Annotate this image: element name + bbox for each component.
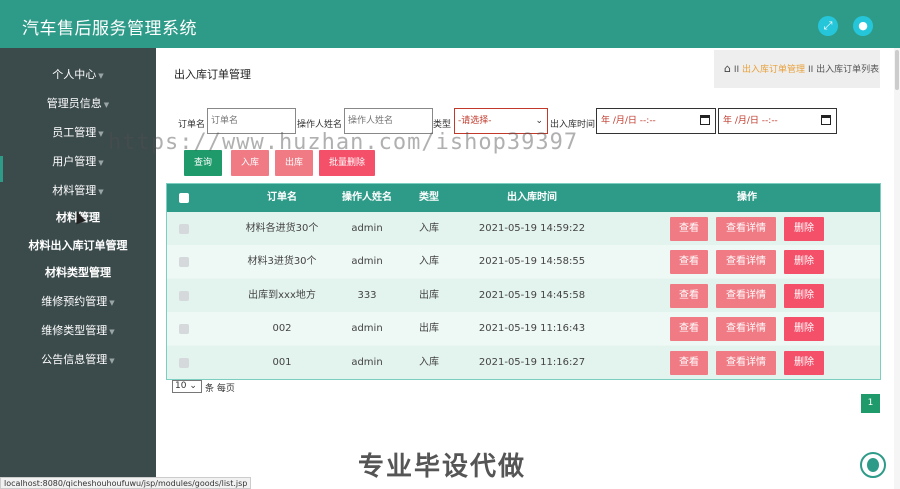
column-header-time: 出入库时间 (507, 192, 557, 203)
stock-out-button[interactable]: 出库 (275, 150, 313, 176)
end-datetime-input[interactable]: 年 /月/日 --:-- (718, 108, 837, 134)
table-header: 订单名 操作人姓名 类型 出入库时间 操作 (167, 184, 880, 212)
stock-time-label: 出入库时间 (550, 120, 596, 130)
cell-type: 出库 (419, 290, 439, 301)
table-row: 材料各进货30个 admin 入库 2021-05-19 14:59:22 查看… (167, 212, 880, 245)
top-bar: 汽车售后服务管理系统 ⤢ ● (0, 0, 900, 48)
sidebar-item-users[interactable]: 用户管理 ▼ (0, 149, 156, 175)
cell-time: 2021-05-19 14:59:22 (478, 223, 586, 234)
back-to-top-icon[interactable] (860, 452, 886, 478)
cell-type: 出库 (419, 323, 439, 334)
breadcrumb: ⌂ II 出入库订单管理 II 出入库订单列表 (714, 50, 880, 88)
sidebar-item-profile[interactable]: 个人中心 ▼ (0, 62, 156, 88)
sidebar-item-employees[interactable]: 员工管理 ▼ (0, 120, 156, 146)
column-header-actions: 操作 (737, 192, 757, 203)
cell-time: 2021-05-19 14:45:58 (478, 290, 586, 301)
row-checkbox[interactable] (179, 224, 189, 234)
page-title: 出入库订单管理 (174, 68, 251, 81)
view-detail-button[interactable]: 查看详情 (716, 217, 776, 241)
delete-button[interactable]: 删除 (784, 284, 824, 308)
operator-label: 操作人姓名 (297, 120, 343, 130)
cell-type: 入库 (419, 357, 439, 368)
sidebar-item-repair-booking[interactable]: 维修预约管理 ▼ (0, 289, 156, 315)
row-checkbox[interactable] (179, 291, 189, 301)
scrollbar-thumb[interactable] (895, 50, 899, 90)
query-button[interactable]: 查询 (184, 150, 222, 176)
cell-time: 2021-05-19 11:16:43 (478, 323, 586, 334)
table-row: 001 admin 入库 2021-05-19 11:16:27 查看 查看详情… (167, 346, 880, 379)
status-bar-url: localhost:8080/qicheshouhoufuwu/jsp/modu… (0, 477, 252, 489)
sidebar-item-materials[interactable]: 材料管理 ▼ (0, 178, 156, 204)
sidebar-item-repair-types[interactable]: 维修类型管理 ▼ (0, 318, 156, 344)
home-icon[interactable]: ⌂ (724, 50, 731, 88)
view-button[interactable]: 查看 (670, 351, 708, 375)
row-checkbox[interactable] (179, 257, 189, 267)
sidebar-item-notices[interactable]: 公告信息管理 ▼ (0, 347, 156, 373)
table-row: 出库到xxx地方 333 出库 2021-05-19 14:45:58 查看 查… (167, 279, 880, 312)
breadcrumb-separator: II (807, 65, 814, 75)
view-button[interactable]: 查看 (670, 217, 708, 241)
cell-operator: admin (351, 357, 383, 368)
page-size-label: 条 每页 (205, 384, 235, 394)
sidebar-subitem-material-types[interactable]: 材料类型管理 (0, 260, 156, 286)
promo-text: 专业毕设代做 (358, 452, 527, 482)
view-button[interactable]: 查看 (670, 250, 708, 274)
stock-in-button[interactable]: 入库 (231, 150, 269, 176)
table-row: 002 admin 出库 2021-05-19 11:16:43 查看 查看详情… (167, 312, 880, 345)
column-header-operator: 操作人姓名 (342, 192, 392, 203)
breadcrumb-item-orders[interactable]: 出入库订单管理 (742, 65, 805, 75)
cell-operator: admin (351, 323, 383, 334)
end-datetime-placeholder: 年 /月/日 --:-- (723, 116, 778, 126)
column-header-order-name: 订单名 (267, 192, 297, 203)
type-select[interactable]: -请选择- ⌄ (454, 108, 548, 134)
user-icon[interactable]: ● (853, 16, 873, 36)
start-datetime-input[interactable]: 年 /月/日 --:-- (596, 108, 716, 134)
scrollbar[interactable] (894, 48, 900, 489)
delete-button[interactable]: 删除 (784, 317, 824, 341)
table-row: 材料3进货30个 admin 入库 2021-05-19 14:58:55 查看… (167, 245, 880, 278)
calendar-icon[interactable] (821, 115, 831, 125)
select-all-checkbox[interactable] (179, 193, 189, 203)
operator-input[interactable] (344, 108, 433, 134)
cell-operator: admin (351, 256, 383, 267)
breadcrumb-item-list: 出入库订单列表 (816, 65, 880, 75)
cell-time: 2021-05-19 11:16:27 (478, 357, 586, 368)
sidebar-subitem-stock-orders[interactable]: 材料出入库订单管理 (0, 233, 156, 259)
row-checkbox[interactable] (179, 358, 189, 368)
order-name-label: 订单名 (178, 120, 206, 130)
cell-time: 2021-05-19 14:58:55 (478, 256, 586, 267)
row-checkbox[interactable] (179, 324, 189, 334)
view-detail-button[interactable]: 查看详情 (716, 351, 776, 375)
view-button[interactable]: 查看 (670, 317, 708, 341)
column-header-type: 类型 (419, 192, 439, 203)
order-name-input[interactable] (207, 108, 296, 134)
cell-operator: admin (351, 223, 383, 234)
chevron-down-icon: ⌄ (535, 116, 543, 126)
delete-button[interactable]: 删除 (784, 217, 824, 241)
page-button-current[interactable]: 1 (861, 394, 880, 413)
cell-type: 入库 (419, 256, 439, 267)
app-title: 汽车售后服务管理系统 (22, 19, 197, 39)
batch-delete-button[interactable]: 批量删除 (319, 150, 375, 176)
page-size-value: 10 (175, 381, 187, 391)
view-detail-button[interactable]: 查看详情 (716, 250, 776, 274)
type-select-value: -请选择- (458, 116, 492, 126)
view-button[interactable]: 查看 (670, 284, 708, 308)
cell-operator: 333 (357, 290, 377, 301)
orders-table: 订单名 操作人姓名 类型 出入库时间 操作 材料各进货30个 admin 入库 … (166, 183, 881, 380)
start-datetime-placeholder: 年 /月/日 --:-- (601, 116, 656, 126)
sidebar-item-admins[interactable]: 管理员信息 ▼ (0, 91, 156, 117)
type-label: 类型 (433, 120, 452, 130)
page-size-select[interactable]: 10 ⌄ (172, 380, 202, 393)
view-detail-button[interactable]: 查看详情 (716, 317, 776, 341)
cell-type: 入库 (419, 223, 439, 234)
delete-button[interactable]: 删除 (784, 250, 824, 274)
calendar-icon[interactable] (700, 115, 710, 125)
breadcrumb-separator: II (733, 65, 740, 75)
view-detail-button[interactable]: 查看详情 (716, 284, 776, 308)
delete-button[interactable]: 删除 (784, 351, 824, 375)
fullscreen-icon[interactable]: ⤢ (818, 16, 838, 36)
